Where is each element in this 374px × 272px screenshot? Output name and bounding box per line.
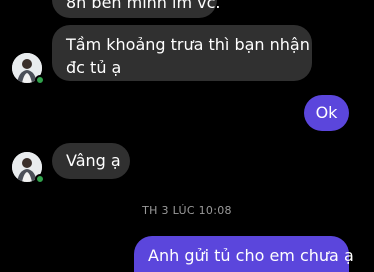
- message-bubble-incoming[interactable]: 8h bên mình lm vc.: [52, 0, 221, 18]
- online-status-dot: [35, 174, 45, 184]
- message-text: Anh gửi tủ cho em chưa ạ: [148, 246, 354, 265]
- chat-thread: 8h bên mình lm vc. Tầm khoảng trưa thì b…: [0, 0, 374, 272]
- message-bubble-incoming[interactable]: Vâng ạ: [52, 143, 130, 179]
- message-text-line: Tầm khoảng trưa thì bạn nhận: [66, 35, 310, 54]
- timestamp-divider: TH 3 LÚC 10:08: [142, 204, 232, 217]
- message-bubble-outgoing[interactable]: Anh gửi tủ cho em chưa ạ: [134, 236, 354, 272]
- contact-avatar[interactable]: [12, 53, 45, 85]
- message-bubble-outgoing[interactable]: Ok: [304, 95, 349, 131]
- message-text-line: đc tủ ạ: [66, 58, 122, 77]
- message-bubble-incoming[interactable]: Tầm khoảng trưa thì bạn nhận đc tủ ạ: [52, 25, 312, 81]
- message-text: 8h bên mình lm vc.: [66, 0, 221, 12]
- message-text: Vâng ạ: [66, 151, 121, 170]
- message-text: Ok: [315, 103, 338, 122]
- online-status-dot: [35, 75, 45, 85]
- contact-avatar[interactable]: [12, 152, 45, 184]
